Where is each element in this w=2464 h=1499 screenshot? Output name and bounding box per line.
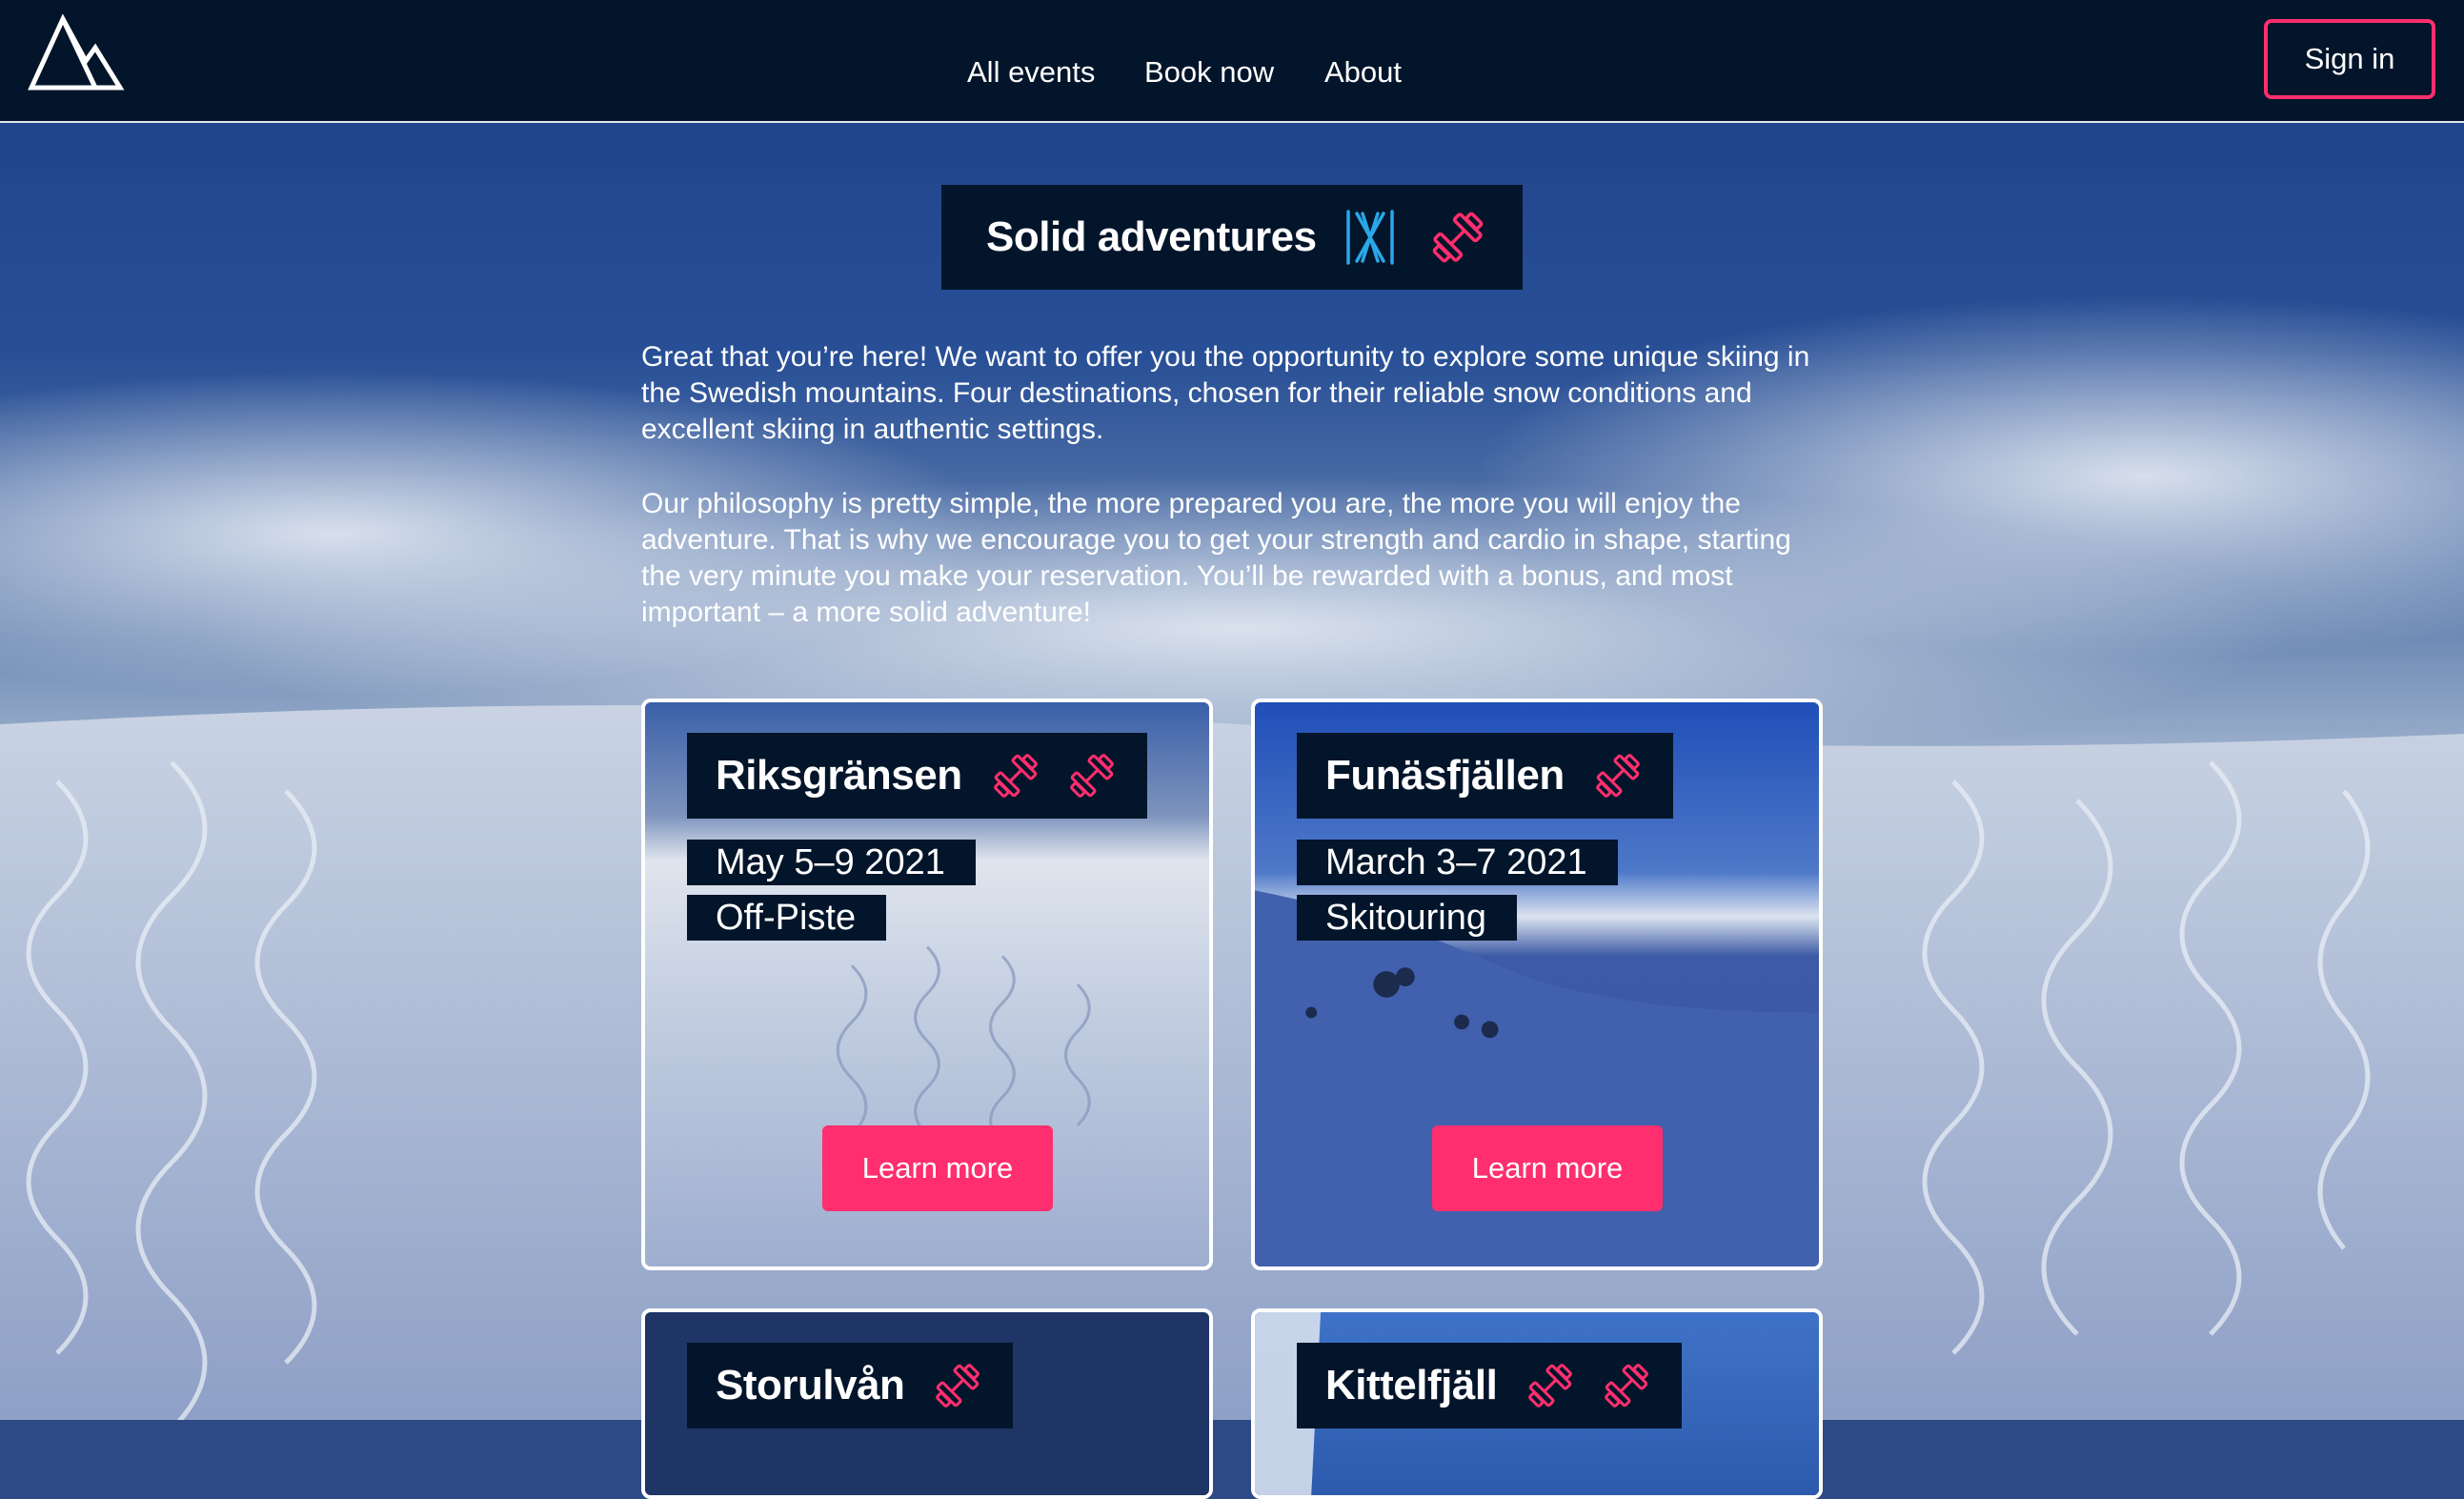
- event-date: March 3–7 2021: [1297, 840, 1618, 885]
- card-title: Kittelfjäll: [1325, 1362, 1498, 1408]
- event-date: May 5–9 2021: [687, 840, 976, 885]
- event-card-funasfjallen[interactable]: Funäsfjällen March 3–7 2021 Skitouring L…: [1251, 699, 1823, 1270]
- learn-more-button[interactable]: Learn more: [1432, 1125, 1663, 1211]
- intro-paragraph: Great that you’re here! We want to offer…: [641, 341, 1810, 445]
- dumbbell-icon: [1432, 212, 1483, 263]
- card-title-box: Storulvån: [687, 1343, 1014, 1428]
- card-title-box: Riksgränsen: [687, 733, 1147, 819]
- skis-icon: [1345, 210, 1394, 265]
- top-navigation-bar: All events Book now About Sign in: [0, 0, 2464, 123]
- intro-paragraph: Our philosophy is pretty simple, the mor…: [641, 488, 1791, 628]
- dumbbell-icon: [1528, 1364, 1573, 1408]
- dumbbell-icon: [1595, 754, 1640, 798]
- event-type: Skitouring: [1297, 895, 1517, 941]
- sign-in-button[interactable]: Sign in: [2264, 19, 2435, 99]
- page-title: Solid adventures: [986, 213, 1317, 260]
- card-title-box: Kittelfjäll: [1297, 1343, 1683, 1428]
- card-title-box: Funäsfjällen: [1297, 733, 1673, 819]
- learn-more-button[interactable]: Learn more: [822, 1125, 1053, 1211]
- event-card-riksgransen[interactable]: Riksgränsen May 5–9 2021 Off-Piste Learn…: [641, 699, 1213, 1270]
- nav-book-now[interactable]: Book now: [1144, 55, 1274, 90]
- page-title-box: Solid adventures: [941, 185, 1523, 290]
- dumbbell-icon: [1605, 1364, 1649, 1408]
- event-type: Off-Piste: [687, 895, 887, 941]
- nav-about[interactable]: About: [1324, 55, 1402, 90]
- event-card-kittelfjall[interactable]: Kittelfjäll: [1251, 1308, 1823, 1499]
- dumbbell-icon: [936, 1364, 980, 1408]
- card-title: Storulvån: [716, 1362, 905, 1408]
- intro-text: Great that you’re here! We want to offer…: [641, 339, 1832, 669]
- dumbbell-icon: [993, 754, 1038, 798]
- card-title: Funäsfjällen: [1325, 752, 1565, 799]
- nav-all-events[interactable]: All events: [967, 55, 1095, 90]
- dumbbell-icon: [1069, 754, 1114, 798]
- event-card-storulvan[interactable]: Storulvån: [641, 1308, 1213, 1499]
- main-nav: All events Book now About: [0, 55, 2464, 103]
- card-title: Riksgränsen: [716, 752, 962, 799]
